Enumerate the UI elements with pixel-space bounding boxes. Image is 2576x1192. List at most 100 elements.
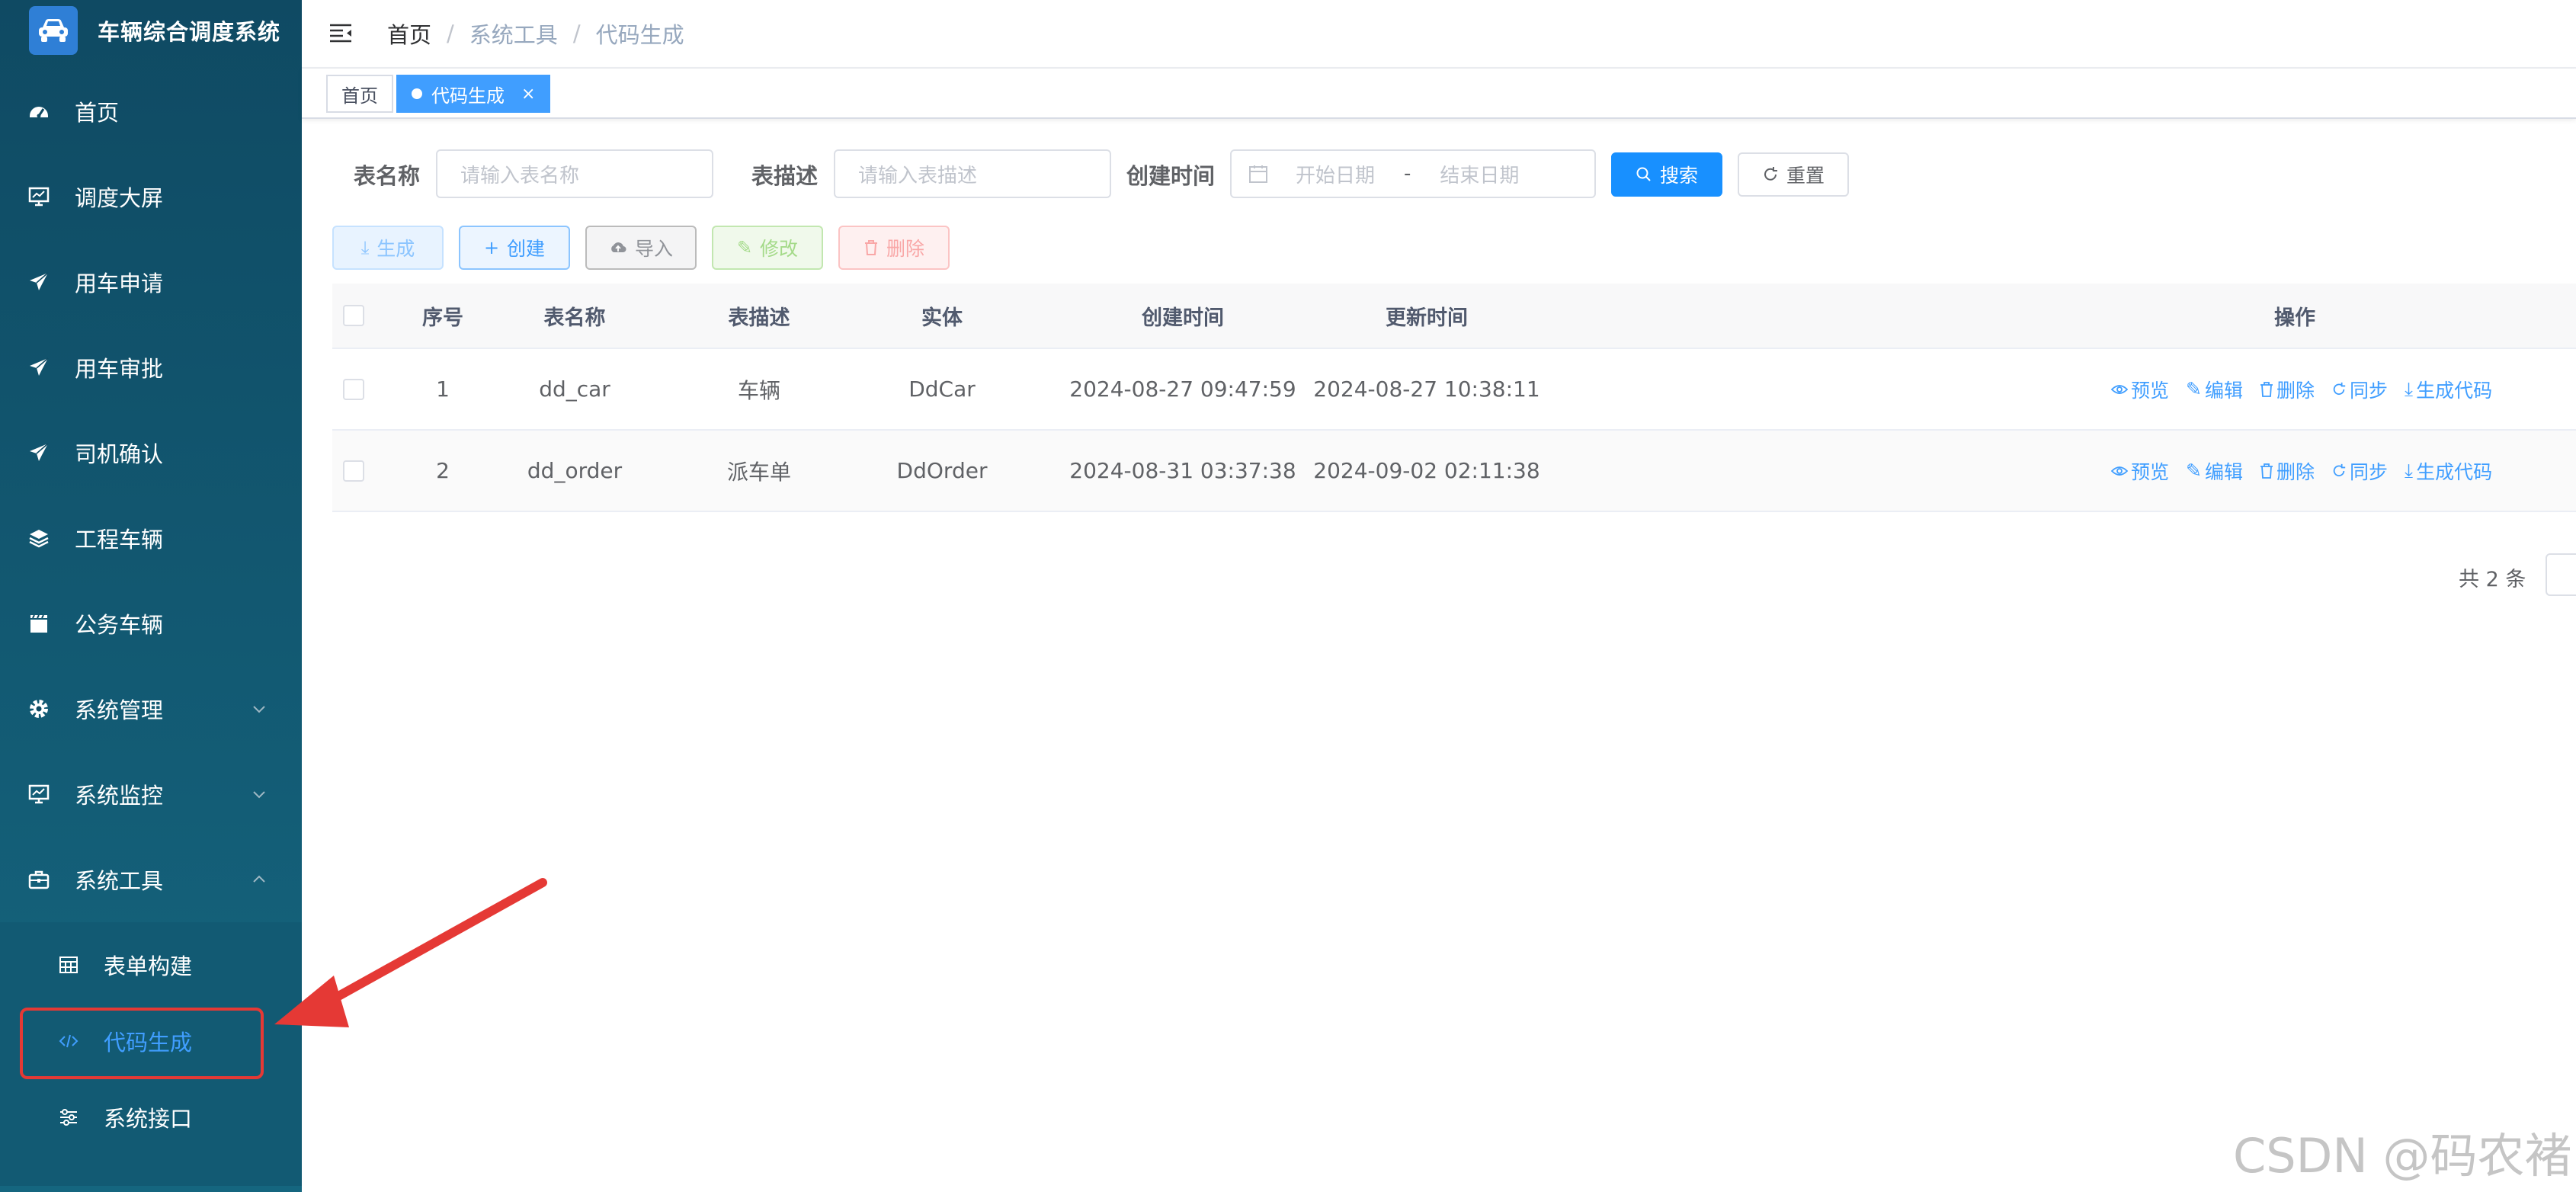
- eye-icon: [2111, 383, 2128, 396]
- column-header: 表名称: [543, 306, 606, 330]
- sidebar-subitem-system-api[interactable]: 系统接口: [0, 1079, 302, 1155]
- annotation-arrow-icon: [274, 878, 547, 1027]
- clapper-icon: [27, 612, 50, 635]
- tag-label: 首页: [341, 85, 378, 107]
- delete-link[interactable]: 删除: [2260, 376, 2315, 403]
- breadcrumb-separator: /: [447, 21, 454, 46]
- table-header: 序号 表名称 表描述 实体 创建时间 更新时间 操作: [332, 284, 2576, 349]
- edit-link[interactable]: ✎ 编辑: [2186, 457, 2243, 485]
- monitor-icon: [27, 185, 50, 208]
- sync-link[interactable]: 同步: [2331, 376, 2388, 403]
- edit-link-label: 编辑: [2204, 379, 2243, 402]
- app-logo[interactable]: 车辆综合调度系统: [29, 3, 280, 58]
- hamburger-icon[interactable]: [328, 20, 355, 47]
- preview-link-label: 预览: [2131, 379, 2170, 402]
- sidebar-item-driver-confirm[interactable]: 司机确认: [0, 410, 302, 495]
- navbar: 首页 / 系统工具 / 代码生成: [302, 0, 2576, 69]
- sync-link-label: 同步: [2350, 379, 2389, 402]
- sidebar-item-home[interactable]: 首页: [0, 69, 302, 154]
- sidebar-item-car-approval[interactable]: 用车审批: [0, 325, 302, 410]
- column-header: 创建时间: [1142, 306, 1224, 330]
- sidebar-item-label: 系统工具: [75, 868, 164, 894]
- edit-icon: ✎: [2186, 378, 2202, 400]
- cell-updated-time: 2024-08-27 10:38:11: [1313, 377, 1540, 402]
- table-row[interactable]: 2 dd_order 派车单 DdOrder 2024-08-31 03:37:…: [332, 431, 2576, 512]
- close-icon[interactable]: ×: [521, 85, 535, 104]
- reset-button-label: 重置: [1786, 165, 1825, 187]
- sidebar-item-system-monitor[interactable]: 系统监控: [0, 751, 302, 837]
- table-icon: [58, 954, 79, 976]
- active-dot-icon: [412, 88, 422, 99]
- sidebar-item-official-vehicles[interactable]: 公务车辆: [0, 581, 302, 666]
- column-header: 实体: [921, 306, 963, 330]
- sidebar-item-label: 系统监控: [75, 783, 164, 809]
- cell-index: 1: [436, 377, 450, 402]
- sync-link[interactable]: 同步: [2331, 457, 2388, 485]
- generate-code-link[interactable]: ⤓ 生成代码: [2405, 376, 2492, 403]
- generate-code-link[interactable]: ⤓ 生成代码: [2405, 457, 2492, 485]
- tag-code-generation[interactable]: 代码生成 ×: [396, 75, 551, 113]
- calendar-icon: [1249, 165, 1267, 183]
- download-icon: ⤓: [2405, 459, 2414, 482]
- sidebar-item-label: 公务车辆: [75, 612, 164, 638]
- sidebar-item-dispatch-screen[interactable]: 调度大屏: [0, 154, 302, 239]
- created-time-label: 创建时间: [1126, 163, 1216, 189]
- tag-home[interactable]: 首页: [326, 75, 393, 113]
- cell-entity: DdOrder: [896, 458, 988, 483]
- table-desc-label: 表描述: [751, 163, 819, 189]
- sliders-icon: [58, 1107, 79, 1128]
- create-button-label: 创建: [507, 238, 546, 260]
- cell-table-name: dd_order: [527, 458, 623, 483]
- create-button[interactable]: + 创建: [459, 226, 570, 270]
- row-checkbox[interactable]: [343, 378, 364, 400]
- refresh-icon: [1764, 167, 1777, 181]
- sidebar-item-engineering-vehicles[interactable]: 工程车辆: [0, 495, 302, 581]
- table-name-label: 表名称: [354, 163, 421, 189]
- refresh-icon: [2331, 382, 2347, 397]
- column-header: 操作: [2274, 306, 2315, 330]
- table-row[interactable]: 1 dd_car 车辆 DdCar 2024-08-27 09:47:59 20…: [332, 349, 2576, 431]
- table-desc-input[interactable]: 请输入表描述: [834, 149, 1111, 198]
- end-date-placeholder[interactable]: 结束日期: [1440, 160, 1519, 188]
- delete-link-label: 删除: [2276, 460, 2315, 483]
- import-button[interactable]: 导入: [585, 226, 697, 270]
- start-date-placeholder[interactable]: 开始日期: [1296, 160, 1375, 188]
- sidebar-item-car-request[interactable]: 用车申请: [0, 239, 302, 325]
- sidebar-item-system-management[interactable]: 系统管理: [0, 666, 302, 751]
- sidebar-item-label: 调度大屏: [75, 185, 164, 211]
- search-button[interactable]: 搜索: [1611, 152, 1722, 197]
- sidebar-item-label: 用车审批: [75, 356, 164, 382]
- page-size-select[interactable]: [2546, 553, 2576, 596]
- edit-link-label: 编辑: [2204, 460, 2243, 483]
- breadcrumb-system-tools[interactable]: 系统工具: [469, 18, 558, 50]
- edit-button[interactable]: ✎ 修改: [712, 226, 823, 270]
- preview-link[interactable]: 预览: [2111, 376, 2169, 403]
- delete-button-label: 删除: [886, 238, 924, 260]
- delete-button[interactable]: 删除: [838, 226, 950, 270]
- delete-link[interactable]: 删除: [2260, 457, 2315, 485]
- select-all-checkbox[interactable]: [343, 305, 364, 326]
- sidebar-item-system-tools[interactable]: 系统工具: [0, 837, 302, 922]
- sidebar-subitem-form-builder[interactable]: 表单构建: [0, 927, 302, 1003]
- generate-button[interactable]: ⤓ 生成: [332, 226, 444, 270]
- sidebar-item-label: 系统管理: [75, 697, 164, 723]
- sidebar-subitem-code-generation[interactable]: 代码生成: [0, 1003, 302, 1079]
- row-checkbox[interactable]: [343, 460, 364, 482]
- reset-button[interactable]: 重置: [1738, 152, 1849, 197]
- generate-code-link-label: 生成代码: [2416, 460, 2493, 483]
- tag-label: 代码生成: [431, 85, 505, 107]
- cell-table-desc: 派车单: [726, 459, 791, 485]
- sidebar-item-label: 工程车辆: [75, 527, 164, 553]
- sidebar-menu: 首页 调度大屏 用车申请 用车审批 司机确认 工程车辆 公务车辆 系统管理 系统…: [0, 69, 302, 1186]
- breadcrumb-home[interactable]: 首页: [387, 18, 431, 50]
- delete-link-label: 删除: [2276, 379, 2315, 402]
- column-header: 表描述: [728, 306, 790, 330]
- edit-icon: ✎: [736, 237, 753, 258]
- preview-link[interactable]: 预览: [2111, 457, 2169, 485]
- column-header: 更新时间: [1386, 306, 1468, 330]
- table-name-input[interactable]: 请输入表名称: [436, 149, 713, 198]
- cell-updated-time: 2024-09-02 02:11:38: [1313, 458, 1540, 483]
- date-range-picker[interactable]: 开始日期 - 结束日期: [1230, 149, 1596, 198]
- edit-link[interactable]: ✎ 编辑: [2186, 376, 2243, 403]
- select-all-cell: [332, 284, 375, 348]
